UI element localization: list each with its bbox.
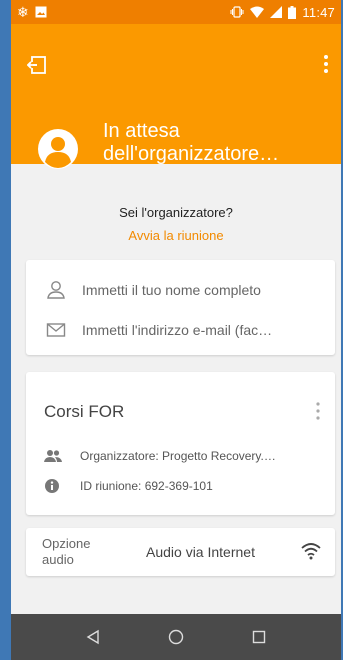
more-vert-icon[interactable] <box>321 54 331 74</box>
snowflake-icon: ❄ <box>17 4 29 20</box>
status-time: 11:47 <box>302 4 335 20</box>
image-icon <box>35 6 47 18</box>
status-bar: ❄ 11:47 <box>11 0 341 24</box>
recents-icon <box>253 630 266 644</box>
people-icon <box>44 450 62 462</box>
home-icon <box>168 629 184 645</box>
exit-icon[interactable] <box>27 54 49 76</box>
back-icon <box>86 629 99 645</box>
title-line-2: dell'organizzatore… <box>103 143 280 165</box>
organizer-row: Organizzatore: Progetto Recovery.… <box>44 448 324 464</box>
info-icon <box>45 479 59 493</box>
wifi-icon <box>250 6 265 18</box>
signal-icon <box>270 6 283 18</box>
meeting-id-text: ID riunione: 692-369-101 <box>80 479 213 493</box>
meeting-id-row: ID riunione: 692-369-101 <box>44 478 324 494</box>
vibrate-icon <box>230 6 244 18</box>
system-nav-bar <box>11 614 341 660</box>
audio-option-label: Opzione audio <box>42 536 91 567</box>
app-header: In attesa dell'organizzatore… <box>11 24 341 169</box>
email-field[interactable]: Immetti l'indirizzo e-mail (fac… <box>26 312 335 348</box>
page-title: In attesa dell'organizzatore… <box>103 120 331 166</box>
recents-button[interactable] <box>249 627 269 647</box>
device-frame: ❄ 11:47 In attesa dell'organizzatore… Se… <box>0 0 343 660</box>
app-screen: ❄ 11:47 In attesa dell'organizzatore… Se… <box>11 0 341 660</box>
meeting-title: Corsi FOR <box>44 402 125 421</box>
wifi-audio-icon <box>301 543 321 560</box>
audio-option-value: Audio via Internet <box>146 544 255 560</box>
meeting-card: Corsi FOR Organizzatore: Progetto Recove… <box>26 372 335 515</box>
title-line-1: In attesa <box>103 120 180 142</box>
window-border-left <box>0 0 11 660</box>
mail-icon <box>46 323 66 337</box>
name-input-placeholder: Immetti il tuo nome completo <box>82 282 261 298</box>
back-button[interactable] <box>83 627 103 647</box>
person-icon <box>47 281 65 299</box>
avatar-icon <box>38 129 78 169</box>
home-button[interactable] <box>166 627 186 647</box>
email-input-placeholder: Immetti l'indirizzo e-mail (fac… <box>82 322 273 338</box>
meeting-more-icon[interactable] <box>315 400 321 422</box>
start-meeting-link[interactable]: Avvia la riunione <box>11 228 341 243</box>
audio-option-card[interactable]: Opzione audio Audio via Internet <box>26 528 335 576</box>
attendee-form-card: Immetti il tuo nome completo Immetti l'i… <box>26 260 335 355</box>
battery-icon <box>288 5 297 19</box>
organizer-text: Organizzatore: Progetto Recovery.… <box>80 449 276 463</box>
host-question: Sei l'organizzatore? <box>119 205 233 220</box>
name-field[interactable]: Immetti il tuo nome completo <box>26 272 335 308</box>
